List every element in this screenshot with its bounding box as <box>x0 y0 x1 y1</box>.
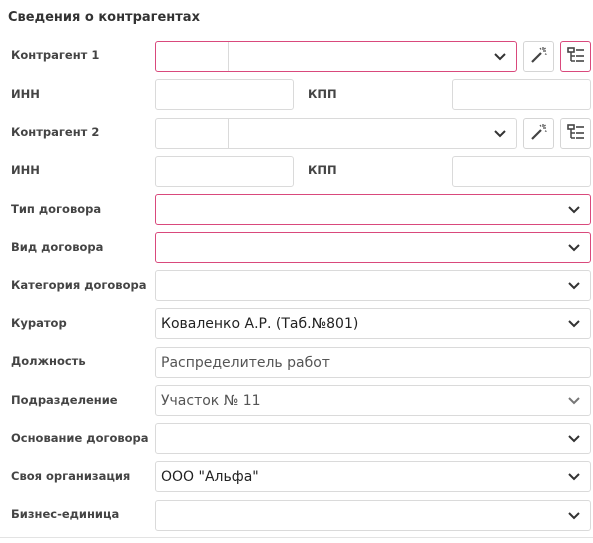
tree-list-icon <box>566 122 586 146</box>
counterparty1-tree-button[interactable] <box>560 41 591 72</box>
chevron-down-icon[interactable] <box>567 511 581 521</box>
magic-wand-icon <box>529 122 549 146</box>
counterparty1-autofill-button[interactable] <box>523 41 554 72</box>
tree-list-icon <box>566 45 586 69</box>
counterparty2-select[interactable] <box>155 118 517 149</box>
chevron-down-icon[interactable] <box>567 281 581 291</box>
contract-basis-label: Основание договора <box>11 431 149 445</box>
own-organization-value: ООО "Альфа" <box>161 468 259 485</box>
position-label: Должность <box>11 354 86 368</box>
chevron-down-icon[interactable] <box>493 52 507 62</box>
kpp2-input[interactable] <box>452 156 591 187</box>
curator-value: Коваленко А.Р. (Таб.№801) <box>161 315 359 332</box>
position-field: Распределитель работ <box>155 347 591 378</box>
page-title: Сведения о контрагентах <box>8 10 200 25</box>
chevron-down-icon[interactable] <box>567 472 581 482</box>
chevron-down-icon[interactable] <box>567 319 581 329</box>
chevron-down-icon[interactable] <box>493 129 507 139</box>
inn2-input[interactable] <box>155 156 294 187</box>
section-divider <box>0 537 593 538</box>
contract-kind-label: Вид договора <box>11 240 104 254</box>
kpp1-label: КПП <box>308 87 337 101</box>
contract-type-label: Тип договора <box>11 202 102 216</box>
code-divider <box>228 42 229 71</box>
chevron-down-icon[interactable] <box>567 396 581 406</box>
counterparty1-label: Контрагент 1 <box>11 48 100 62</box>
code-divider <box>228 119 229 148</box>
kpp2-label: КПП <box>308 163 337 177</box>
magic-wand-icon <box>529 45 549 69</box>
chevron-down-icon[interactable] <box>567 205 581 215</box>
contract-basis-select[interactable] <box>155 423 591 454</box>
counterparty2-label: Контрагент 2 <box>11 125 100 139</box>
department-label: Подразделение <box>11 393 118 407</box>
chevron-down-icon[interactable] <box>567 243 581 253</box>
own-organization-label: Своя организация <box>11 469 131 483</box>
inn1-label: ИНН <box>11 87 40 101</box>
curator-label: Куратор <box>11 316 67 330</box>
inn2-label: ИНН <box>11 163 40 177</box>
counterparty2-autofill-button[interactable] <box>523 118 554 149</box>
department-value: Участок № 11 <box>161 392 261 409</box>
contract-category-select[interactable] <box>155 270 591 301</box>
contract-kind-select[interactable] <box>155 232 591 263</box>
curator-select[interactable]: Коваленко А.Р. (Таб.№801) <box>155 308 591 339</box>
department-select[interactable]: Участок № 11 <box>155 385 591 416</box>
inn1-input[interactable] <box>155 79 294 110</box>
position-value: Распределитель работ <box>161 354 330 371</box>
business-unit-label: Бизнес-единица <box>11 507 120 521</box>
counterparty2-tree-button[interactable] <box>560 118 591 149</box>
contract-category-label: Категория договора <box>11 278 147 292</box>
own-organization-select[interactable]: ООО "Альфа" <box>155 461 591 492</box>
chevron-down-icon[interactable] <box>567 434 581 444</box>
contract-type-select[interactable] <box>155 194 591 225</box>
business-unit-select[interactable] <box>155 500 591 531</box>
counterparty1-select[interactable] <box>155 41 517 72</box>
kpp1-input[interactable] <box>452 79 591 110</box>
